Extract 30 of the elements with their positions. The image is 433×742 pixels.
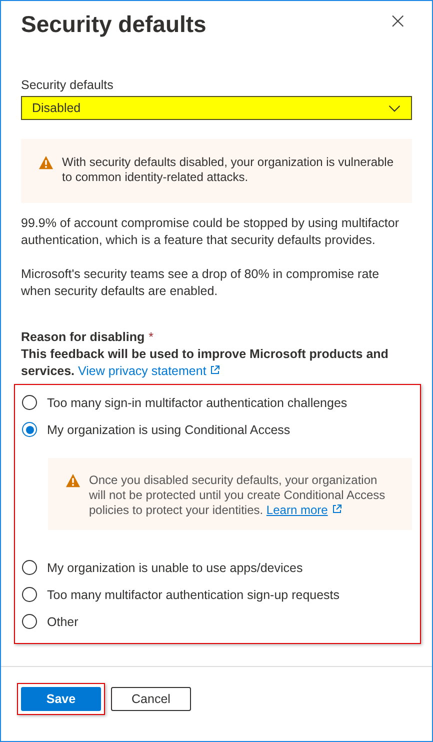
radio-button[interactable] [22,560,37,575]
option-label[interactable]: Too many sign-in multifactor authentication challenges [47,396,348,410]
radio-button[interactable] [22,614,37,629]
privacy-link[interactable]: View privacy statement [78,364,206,378]
field-label: Security defaults [21,78,114,92]
learn-more-link[interactable]: Learn more [266,503,328,517]
radio-button[interactable] [22,422,37,437]
warning-icon [38,155,54,170]
cancel-button[interactable]: Cancel [111,687,191,711]
option-label[interactable]: Other [47,614,78,628]
radio-button[interactable] [22,587,37,602]
save-button[interactable]: Save [21,687,101,711]
warning-text: With security defaults disabled, your organization is vulnerable to common identity-related attacks. [62,155,395,185]
external-link-icon [210,365,220,375]
external-link-icon [332,504,342,514]
required-mark: * [148,330,154,344]
option-label[interactable]: Too many multifactor authentication sign-up requests [47,588,340,602]
option-label[interactable]: My organization is unable to use apps/devices [47,560,303,574]
radio-button[interactable] [22,395,37,410]
warning-icon [65,473,81,488]
close-button[interactable]: × [388,11,407,33]
description-text: This feedback will be used to improve Microsoft products and services. View privacy statement [21,346,390,380]
chevron-icon [388,104,401,112]
option-label[interactable]: My organization is using Conditional Access [47,422,290,436]
paragraph: Microsoft's security teams see a drop of 80% in compromise rate when security defaults are enabled. [21,266,380,300]
panel-title: Security defaults [21,11,206,38]
dropdown[interactable]: Disabled [21,96,412,120]
paragraph: 99.9% of account compromise could be stopped by using multifactor authentication, which is a feature that security defaults provides. [21,215,400,249]
warning-text: Once you disabled security defaults, your organization will not be protected until you create Conditional Access policies to protect your identities. Learn more [89,473,386,518]
section-heading: Reason for disabling [21,330,145,344]
